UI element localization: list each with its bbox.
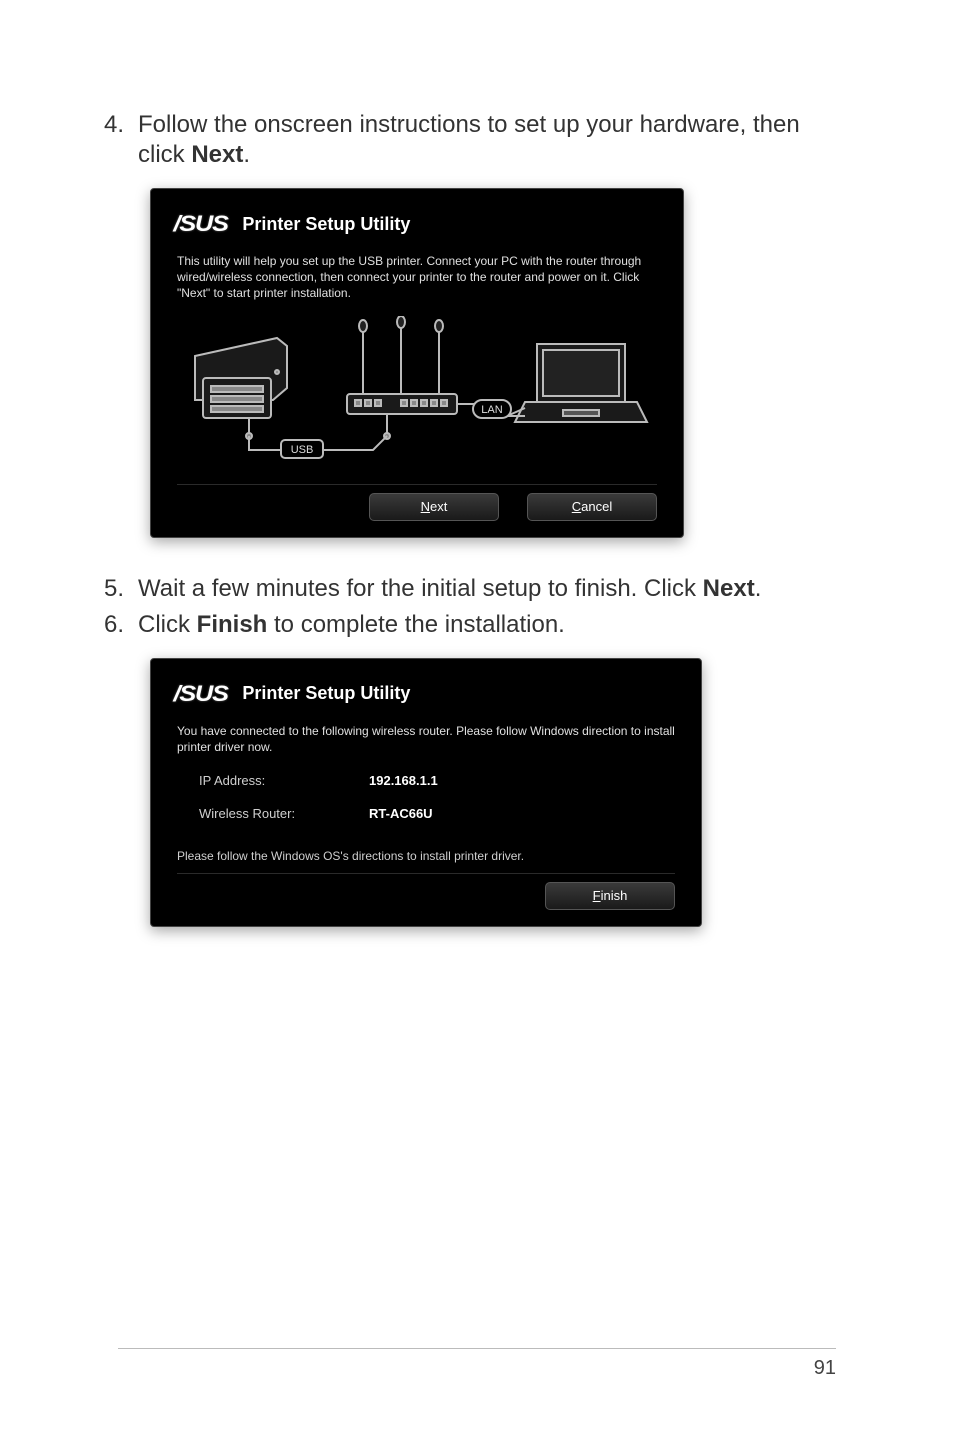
step-4-bold: Next <box>191 141 243 168</box>
step-4-text-b: . <box>243 141 250 168</box>
ip-address-label: IP Address: <box>199 773 369 788</box>
ip-address-value: 192.168.1.1 <box>369 773 438 788</box>
printer-setup-dialog-1: /SUS Printer Setup Utility This utility … <box>150 188 684 538</box>
dialog-2-button-row: Finish <box>177 873 675 910</box>
lan-label: LAN <box>481 404 502 416</box>
next-button-accel: N <box>421 499 430 514</box>
next-button[interactable]: Next <box>369 493 499 521</box>
dialog-1-button-row: Next Cancel <box>177 484 657 521</box>
router-value: RT-AC66U <box>369 806 433 821</box>
step-5: 5. Wait a few minutes for the initial se… <box>104 574 850 604</box>
step-5-text-b: . <box>755 575 762 602</box>
step-6-text-a: Click <box>138 611 197 638</box>
dialog-2-description: You have connected to the following wire… <box>177 723 675 755</box>
finish-button-rest: inish <box>601 888 628 903</box>
finish-button-accel: F <box>593 888 601 903</box>
dialog-1-titlebar: /SUS Printer Setup Utility <box>177 211 657 237</box>
finish-button[interactable]: Finish <box>545 882 675 910</box>
cancel-button-rest: ancel <box>581 499 612 514</box>
asus-logo-icon-2: /SUS <box>173 681 227 707</box>
ip-address-row: IP Address: 192.168.1.1 <box>199 773 675 788</box>
step-5-text-a: Wait a few minutes for the initial setup… <box>138 575 703 602</box>
step-5-text: Wait a few minutes for the initial setup… <box>138 574 761 604</box>
dialog-2-titlebar: /SUS Printer Setup Utility <box>177 681 675 707</box>
dialog-2-wrap: /SUS Printer Setup Utility You have conn… <box>150 658 850 927</box>
asus-logo-icon: /SUS <box>173 211 227 237</box>
step-6-text-b: to complete the installation. <box>267 611 565 638</box>
step-6-number: 6. <box>104 610 138 640</box>
step-4-number: 4. <box>104 110 138 170</box>
router-row: Wireless Router: RT-AC66U <box>199 806 675 821</box>
step-5-number: 5. <box>104 574 138 604</box>
dialog-2-note: Please follow the Windows OS's direction… <box>177 849 675 863</box>
router-label: Wireless Router: <box>199 806 369 821</box>
usb-label: USB <box>291 444 314 456</box>
step-5-bold: Next <box>703 575 755 602</box>
step-6-bold: Finish <box>197 611 268 638</box>
diagram-svg: USB LAN <box>177 316 657 476</box>
dialog-1-title: Printer Setup Utility <box>242 214 410 235</box>
dialog-1-description: This utility will help you set up the US… <box>177 253 657 302</box>
step-6-text: Click Finish to complete the installatio… <box>138 610 565 640</box>
cancel-button-accel: C <box>572 499 581 514</box>
step-6: 6. Click Finish to complete the installa… <box>104 610 850 640</box>
connection-diagram: USB LAN <box>177 316 657 476</box>
dialog-2-title: Printer Setup Utility <box>242 683 410 704</box>
next-button-rest: ext <box>430 499 447 514</box>
step-4: 4. Follow the onscreen instructions to s… <box>104 110 850 170</box>
page-number: 91 <box>118 1348 836 1380</box>
dialog-1-wrap: /SUS Printer Setup Utility This utility … <box>150 188 850 538</box>
cancel-button[interactable]: Cancel <box>527 493 657 521</box>
step-4-text: Follow the onscreen instructions to set … <box>138 110 850 170</box>
printer-setup-dialog-2: /SUS Printer Setup Utility You have conn… <box>150 658 702 927</box>
